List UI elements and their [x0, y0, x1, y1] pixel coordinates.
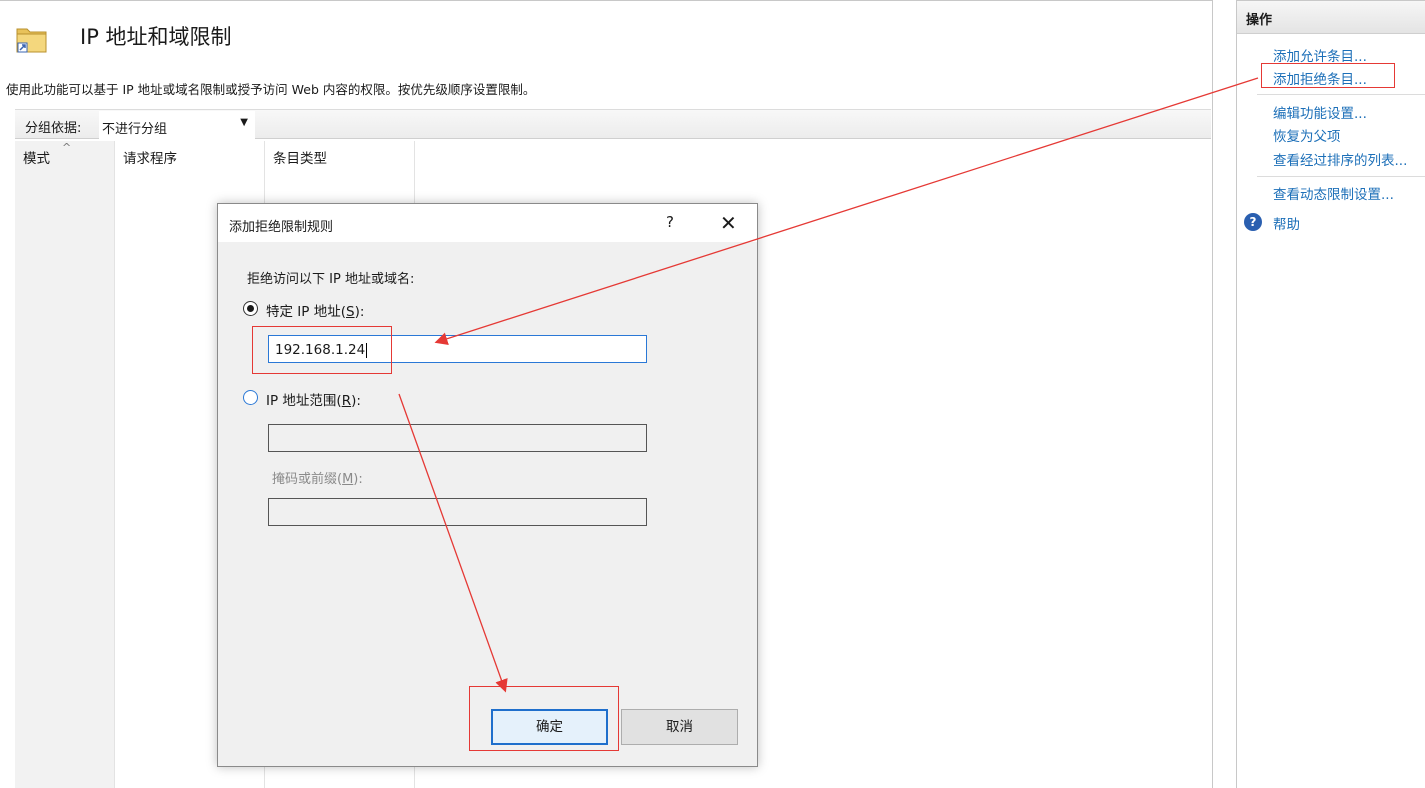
ip-range-radio[interactable] [243, 390, 258, 405]
actions-header: 操作 [1237, 1, 1425, 34]
actions-pane: 操作 添加允许条目... 添加拒绝条目... 编辑功能设置... 恢复为父项 查… [1236, 0, 1425, 788]
help-link[interactable]: 帮助 [1273, 213, 1300, 233]
page-description: 使用此功能可以基于 IP 地址或域名限制或授予访问 Web 内容的权限。按优先级… [6, 82, 536, 97]
revert-to-parent-link[interactable]: 恢复为父项 [1273, 125, 1341, 145]
dialog-prompt: 拒绝访问以下 IP 地址或域名: [247, 272, 415, 287]
rules-list: 模式 ^ 请求程序 条目类型 [15, 141, 1211, 788]
add-allow-entry-link[interactable]: 添加允许条目... [1273, 45, 1367, 65]
view-dynamic-restriction-link[interactable]: 查看动态限制设置... [1273, 183, 1394, 203]
add-deny-rule-dialog: 添加拒绝限制规则 ? ✕ 拒绝访问以下 IP 地址或域名: 特定 IP 地址(S… [217, 203, 758, 767]
dialog-help-button[interactable]: ? [666, 213, 674, 231]
group-by-value: 不进行分组 [102, 122, 168, 137]
specific-ip-radio[interactable] [243, 301, 258, 316]
sort-ascending-icon: ^ [62, 141, 72, 154]
page-title: IP 地址和域限制 [80, 25, 232, 49]
edit-feature-settings-link[interactable]: 编辑功能设置... [1273, 102, 1367, 122]
column-entry-type-label: 条目类型 [273, 151, 327, 167]
annotation-box-ip-input [252, 326, 392, 374]
dialog-title: 添加拒绝限制规则 [229, 220, 334, 235]
cancel-button[interactable]: 取消 [621, 709, 738, 745]
group-by-bar: 分组依据: 不进行分组 ▼ [15, 109, 1211, 139]
actions-divider [1257, 94, 1425, 95]
column-header-mode[interactable]: 模式 ^ [15, 141, 115, 788]
folder-shortcut-icon [16, 28, 47, 53]
ip-range-input[interactable] [268, 424, 647, 452]
annotation-box-add-deny [1261, 63, 1395, 88]
group-by-dropdown[interactable]: 不进行分组 ▼ [99, 111, 255, 139]
view-ordered-list-link[interactable]: 查看经过排序的列表... [1273, 149, 1407, 169]
mask-prefix-label: 掩码或前缀(M): [272, 472, 363, 487]
specific-ip-label[interactable]: 特定 IP 地址(S): [266, 300, 364, 320]
dropdown-arrow-icon: ▼ [240, 117, 248, 128]
actions-divider [1257, 176, 1425, 177]
column-requester-label: 请求程序 [123, 151, 177, 167]
dialog-titlebar: 添加拒绝限制规则 ? ✕ [218, 204, 757, 242]
mask-prefix-input[interactable] [268, 498, 647, 526]
column-mode-label: 模式 [23, 151, 50, 167]
help-icon: ? [1244, 213, 1262, 231]
group-by-label: 分组依据: [25, 121, 82, 136]
ip-range-label[interactable]: IP 地址范围(R): [266, 389, 361, 409]
annotation-box-ok-button [469, 686, 619, 751]
dialog-close-button[interactable]: ✕ [720, 211, 737, 235]
